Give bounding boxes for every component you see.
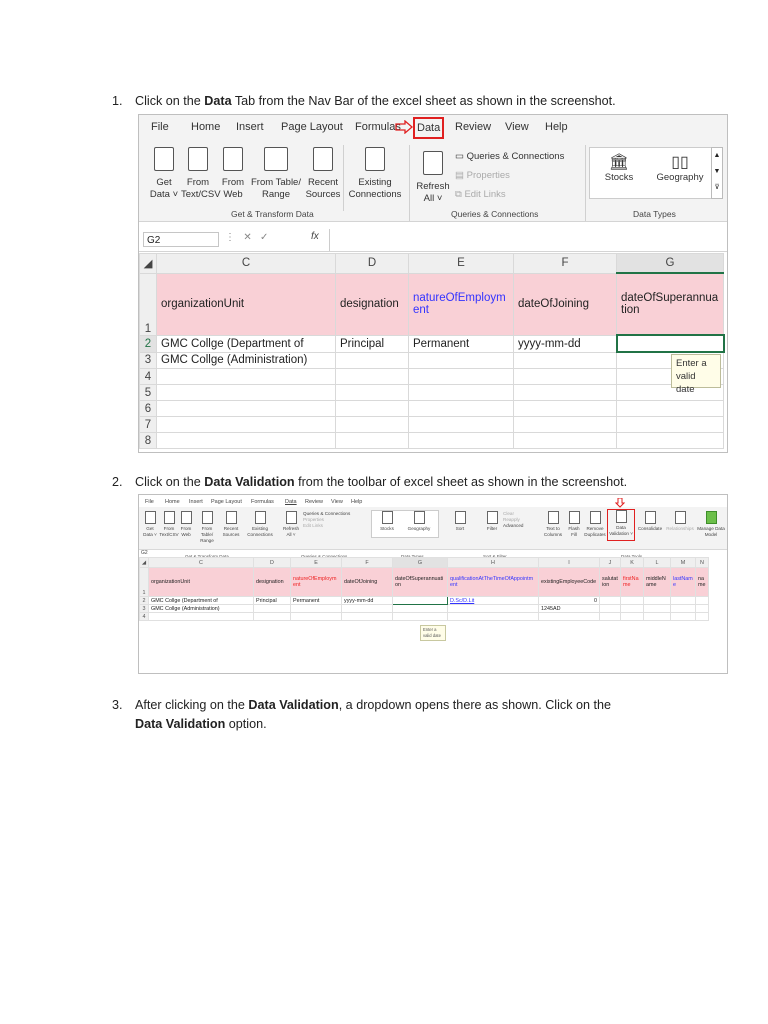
data-validation-icon xyxy=(615,510,627,523)
text-file-icon xyxy=(188,147,208,171)
from-table-range-button[interactable]: From Table/Range xyxy=(251,147,301,201)
from-text-csv-button[interactable]: From Text/CSV xyxy=(181,147,221,201)
name-box[interactable]: G2 xyxy=(143,232,219,247)
from-web-button[interactable]: From Web xyxy=(221,147,245,201)
data-types-gallery[interactable]: 🏛 Stocks ▯▯ Geography xyxy=(589,147,713,199)
web-icon xyxy=(223,147,243,171)
data-validation-button-highlighted[interactable]: Data Validation ˅ xyxy=(607,509,635,541)
recent-sources-button[interactable]: Recent Sources xyxy=(305,147,341,201)
menu-bar: File Home Insert Page Layout Formulas Da… xyxy=(139,115,727,141)
menu-review[interactable]: Review xyxy=(455,121,491,133)
cell-e2[interactable]: Permanent xyxy=(408,334,514,353)
cell-c3[interactable]: GMC Collge (Administration) xyxy=(156,351,336,369)
cell-g1[interactable]: dateOfSuperannuation xyxy=(616,272,724,336)
refresh-icon xyxy=(423,151,443,175)
get-data-button[interactable]: Get Data ˅ xyxy=(149,147,179,201)
name-box-small[interactable]: G2 xyxy=(141,550,148,556)
arrow-right-icon xyxy=(395,120,413,134)
menu-page-layout[interactable]: Page Layout xyxy=(281,121,343,133)
menu-view[interactable]: View xyxy=(505,121,529,133)
gallery-scroll[interactable]: ▲ ▼ ⊽ xyxy=(711,147,723,199)
menu-help[interactable]: Help xyxy=(545,121,568,133)
text-file-icon xyxy=(163,511,175,524)
col-header-g[interactable]: G xyxy=(616,253,724,274)
menu-insert[interactable]: Insert xyxy=(236,121,264,133)
fx-icon[interactable]: fx xyxy=(311,231,319,242)
cell-f1[interactable]: dateOfJoining xyxy=(513,272,617,336)
text-to-columns-icon xyxy=(547,511,559,524)
col-header-c[interactable]: C xyxy=(156,253,336,274)
stocks-button[interactable]: 🏛 Stocks xyxy=(594,154,644,184)
properties-button[interactable]: ▤ Properties xyxy=(455,166,564,185)
relationships-icon xyxy=(674,511,686,524)
remove-duplicates-icon xyxy=(589,511,601,524)
ribbon-small: Get Data ˅ From Text/CSV From Web From T… xyxy=(139,507,727,559)
clock-file-icon xyxy=(225,511,237,524)
cell-d2[interactable]: Principal xyxy=(335,334,409,353)
geography-button[interactable]: ▯▯ Geography xyxy=(650,154,710,184)
cell-e1[interactable]: natureOfEmployment xyxy=(408,272,514,336)
step-3-line-2: Data Validation option. xyxy=(135,717,267,731)
queries-group-items: ▭ Queries & Connections ▤ Properties ⧉ E… xyxy=(455,147,564,204)
col-header-e[interactable]: E xyxy=(408,253,514,274)
connections-file-icon xyxy=(365,147,385,171)
cell-c1[interactable]: organizationUnit xyxy=(156,272,336,336)
validation-tooltip-small: Enter a valid date xyxy=(420,625,446,641)
data-model-icon xyxy=(705,511,717,524)
step-3: 3. After clicking on the Data Validation,… xyxy=(112,696,611,734)
filter-icon xyxy=(486,511,498,524)
menu-formulas[interactable]: Formulas xyxy=(355,121,401,133)
spreadsheet-grid-small: ◢ C D E F G H I J K L M N 1 organization… xyxy=(139,557,709,621)
refresh-icon xyxy=(285,511,297,524)
excel-screenshot-data-tab: File Home Insert Page Layout Formulas Da… xyxy=(138,114,728,453)
validation-tooltip: Enter a valid date xyxy=(671,354,721,395)
spreadsheet-grid: ◢ C D E F G 1 organizationUnit designati… xyxy=(139,253,725,449)
consolidate-icon xyxy=(644,511,656,524)
clock-file-icon xyxy=(313,147,333,171)
existing-connections-button[interactable]: Existing Connections xyxy=(347,147,403,201)
formula-bar: G2 ⋮ ✕ ✓ fx xyxy=(139,229,727,252)
web-icon xyxy=(180,511,192,524)
bank-icon: 🏛 xyxy=(608,154,630,171)
map-icon: ▯▯ xyxy=(671,154,689,171)
cell-f2[interactable]: yyyy-mm-dd xyxy=(513,334,617,353)
col-header-d[interactable]: D xyxy=(335,253,409,274)
cell-c2[interactable]: GMC Collge (Department of xyxy=(156,334,336,353)
database-icon xyxy=(144,511,156,524)
formula-icons: ⋮ ✕ ✓ xyxy=(225,232,274,243)
menu-data[interactable]: Data xyxy=(413,117,445,139)
table-icon xyxy=(201,511,213,524)
bank-icon xyxy=(381,511,393,524)
arrow-down-icon xyxy=(615,498,625,508)
step-1: 1. Click on the Data Tab from the Nav Bar… xyxy=(112,94,616,108)
sort-icon xyxy=(454,511,466,524)
menu-home[interactable]: Home xyxy=(191,121,220,133)
connections-file-icon xyxy=(254,511,266,524)
step-2: 2. Click on the Data Validation from the … xyxy=(112,475,628,489)
cell-g2-selected[interactable] xyxy=(615,334,725,353)
excel-screenshot-data-validation: File Home Insert Page Layout Formulas Da… xyxy=(138,494,728,674)
ribbon: Get Data ˅ From Text/CSV From Web From Tabl… xyxy=(139,141,727,222)
database-icon xyxy=(154,147,174,171)
table-icon xyxy=(264,147,288,171)
queries-connections-button[interactable]: ▭ Queries & Connections xyxy=(455,147,564,166)
flash-fill-icon xyxy=(568,511,580,524)
edit-links-button[interactable]: ⧉ Edit Links xyxy=(455,185,564,204)
cell-d1[interactable]: designation xyxy=(335,272,409,336)
refresh-all-button[interactable]: Refresh All ˅ xyxy=(415,151,451,205)
menu-file[interactable]: File xyxy=(151,121,169,133)
map-icon xyxy=(413,511,425,524)
col-header-f[interactable]: F xyxy=(513,253,617,274)
menu-data-small[interactable]: Data xyxy=(285,499,297,505)
